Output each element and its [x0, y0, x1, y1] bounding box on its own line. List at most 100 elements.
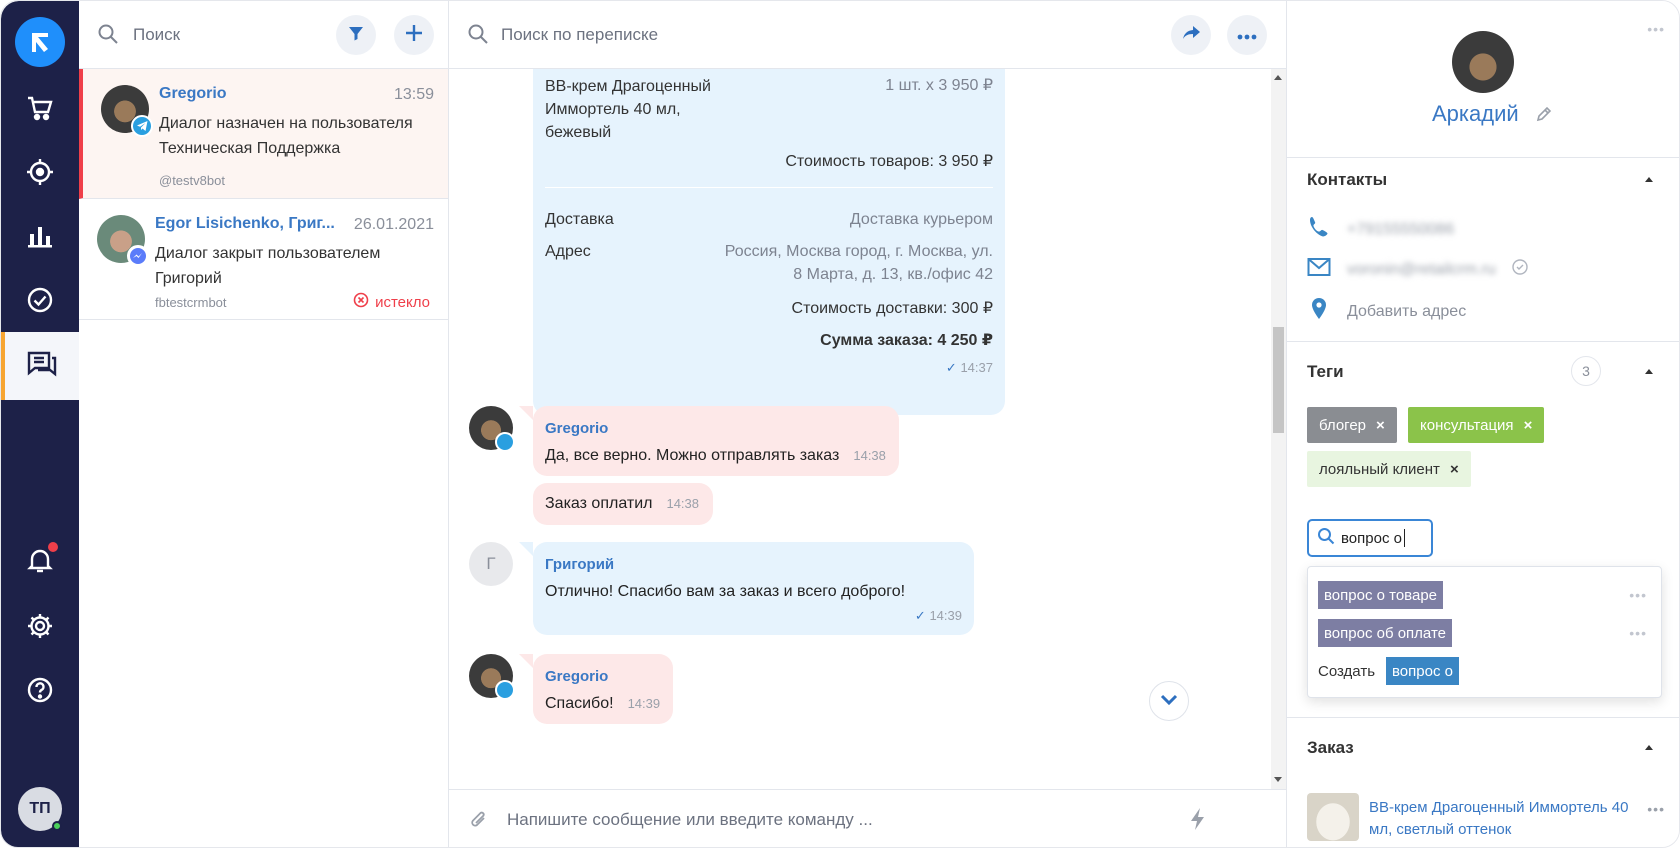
- tag-chip[interactable]: консультация ×: [1408, 407, 1545, 443]
- nav-orders[interactable]: [1, 76, 79, 144]
- notification-dot: [48, 542, 58, 552]
- remove-tag-icon[interactable]: ×: [1376, 417, 1385, 434]
- target-icon: [25, 157, 55, 191]
- dialog-name: Gregorio: [159, 85, 227, 102]
- client-profile: Аркадий: [1287, 1, 1679, 158]
- tag-label: блогер: [1319, 416, 1367, 434]
- dialog-item[interactable]: Gregorio 13:59 Диалог назначен на пользо…: [79, 69, 448, 199]
- dialog-last-message: Диалог закрыт пользователем Григорий: [155, 245, 381, 287]
- scroll-up-arrow-icon[interactable]: [1274, 75, 1282, 80]
- read-check-icon: ✓: [914, 608, 926, 623]
- client-panel: ••• Аркадий Контакты +79155550086 voroni…: [1286, 1, 1679, 847]
- message-meta: ✓ 14:39: [915, 608, 962, 624]
- dialog-search-input[interactable]: Поиск: [133, 25, 180, 45]
- nav-notifications[interactable]: [1, 528, 79, 596]
- nav-tasks[interactable]: [1, 268, 79, 336]
- collapse-order-icon[interactable]: [1645, 745, 1653, 750]
- text-cursor: [1403, 529, 1405, 547]
- create-tag-label[interactable]: Создать: [1318, 663, 1375, 680]
- order-time: ✓ 14:37: [545, 360, 993, 376]
- messenger-icon: [127, 245, 149, 267]
- scrollbar-thumb[interactable]: [1273, 327, 1284, 433]
- collapse-contacts-icon[interactable]: [1645, 177, 1653, 182]
- dialog-item[interactable]: Egor Lisichenko, Григ... 26.01.2021 Диал…: [79, 199, 448, 320]
- message-time: 14:38: [853, 448, 886, 463]
- more-icon[interactable]: •••: [1629, 625, 1647, 641]
- logo-icon[interactable]: [15, 17, 65, 67]
- suggestion-option[interactable]: вопрос о товаре: [1318, 581, 1443, 609]
- dialog-bot: @testv8bot: [159, 173, 225, 188]
- chat-scrollbar[interactable]: [1271, 69, 1286, 789]
- scroll-down-button[interactable]: [1149, 681, 1189, 721]
- nav-chats[interactable]: [1, 332, 79, 400]
- lightning-icon[interactable]: [1189, 807, 1207, 835]
- message-author: Gregorio: [545, 668, 609, 685]
- chart-icon: [25, 221, 55, 255]
- nav-help[interactable]: [1, 658, 79, 726]
- order-qty-price: 1 шт. x 3 950 ₽: [885, 77, 993, 94]
- new-dialog-button[interactable]: [394, 15, 434, 55]
- incoming-message: Заказ оплатил 14:38: [533, 483, 713, 525]
- order-delivery-value: Доставка курьером: [849, 211, 993, 228]
- chat-search-input[interactable]: Поиск по переписке: [501, 25, 658, 45]
- client-avatar: [1452, 31, 1514, 93]
- more-icon[interactable]: •••: [1629, 587, 1647, 603]
- bubble-tail: [519, 654, 533, 668]
- dialog-time: 26.01.2021: [353, 216, 434, 233]
- tag-chip[interactable]: блогер ×: [1307, 407, 1397, 443]
- order-product-link[interactable]: BB-крем Драгоценный Иммортель 40 мл, све…: [1369, 797, 1639, 841]
- chevron-down-icon: [1160, 693, 1178, 710]
- tag-chip[interactable]: лояльный клиент ×: [1307, 451, 1471, 487]
- nav-targets[interactable]: [1, 140, 79, 208]
- search-icon: [1317, 527, 1335, 549]
- incoming-message: Gregorio Да, все верно. Можно отправлять…: [533, 406, 899, 476]
- filter-icon: [347, 24, 365, 46]
- remove-tag-icon[interactable]: ×: [1450, 461, 1459, 478]
- search-icon: [467, 23, 489, 49]
- dialog-status: истекло: [353, 292, 430, 312]
- nav-settings[interactable]: [1, 594, 79, 662]
- order-total: Сумма заказа: 4 250 ₽: [820, 332, 993, 349]
- contact-phone[interactable]: +79155550086: [1307, 215, 1454, 244]
- contact-email[interactable]: voronin@retailcrm.ru: [1307, 257, 1528, 282]
- collapse-tags-icon[interactable]: [1645, 369, 1653, 374]
- mail-icon: [1307, 257, 1331, 282]
- tags-count-badge: 3: [1571, 356, 1601, 386]
- scroll-down-arrow-icon[interactable]: [1274, 777, 1282, 782]
- create-tag-value[interactable]: вопрос о: [1386, 657, 1459, 685]
- dialog-name: Egor Lisichenko, Григ...: [155, 215, 335, 232]
- attach-icon[interactable]: [469, 808, 489, 836]
- message-author: Григорий: [545, 556, 615, 573]
- suggestion-option[interactable]: вопрос об оплате: [1318, 619, 1452, 647]
- tags-title: Теги: [1307, 362, 1344, 381]
- message-time: 14:38: [666, 496, 700, 511]
- telegram-icon: [495, 432, 515, 452]
- add-address[interactable]: Добавить адрес: [1307, 297, 1466, 326]
- add-address-label: Добавить адрес: [1347, 302, 1467, 320]
- dialog-time: 13:59: [393, 86, 434, 103]
- message-body: Отлично! Спасибо вам за заказ и всего до…: [545, 583, 906, 600]
- read-check-icon: ✓: [945, 360, 957, 375]
- map-pin-icon: [1307, 297, 1331, 326]
- forward-button[interactable]: [1171, 15, 1211, 55]
- tag-search-input[interactable]: вопрос о: [1307, 519, 1433, 557]
- bubble-tail: [519, 406, 533, 420]
- product-more-icon[interactable]: •••: [1647, 801, 1665, 817]
- order-delivery-cost: Стоимость доставки: 300 ₽: [791, 300, 993, 317]
- message-text: Заказ оплатил 14:38: [545, 495, 699, 513]
- dialog-bot: fbtestcrmbot: [155, 295, 227, 310]
- tag-search-value: вопрос о: [1341, 529, 1402, 547]
- more-button[interactable]: [1227, 15, 1267, 55]
- filter-button[interactable]: [336, 15, 376, 55]
- more-icon: [1237, 27, 1257, 44]
- edit-pencil-icon[interactable]: [1535, 105, 1553, 127]
- order-goods-total: Стоимость товаров: 3 950 ₽: [785, 153, 993, 170]
- message-composer: Напишите сообщение или введите команду .…: [449, 789, 1286, 847]
- message-avatar: [469, 406, 515, 452]
- nav-analytics[interactable]: [1, 204, 79, 272]
- order-message: BB-крем Драгоценный Иммортель 40 мл, беж…: [533, 69, 1005, 415]
- email-value: voronin@retailcrm.ru: [1347, 260, 1496, 278]
- message-input[interactable]: Напишите сообщение или введите команду .…: [507, 810, 873, 830]
- remove-tag-icon[interactable]: ×: [1524, 417, 1533, 434]
- tag-suggestions-dropdown: вопрос о товаре ••• вопрос об оплате •••…: [1307, 566, 1662, 698]
